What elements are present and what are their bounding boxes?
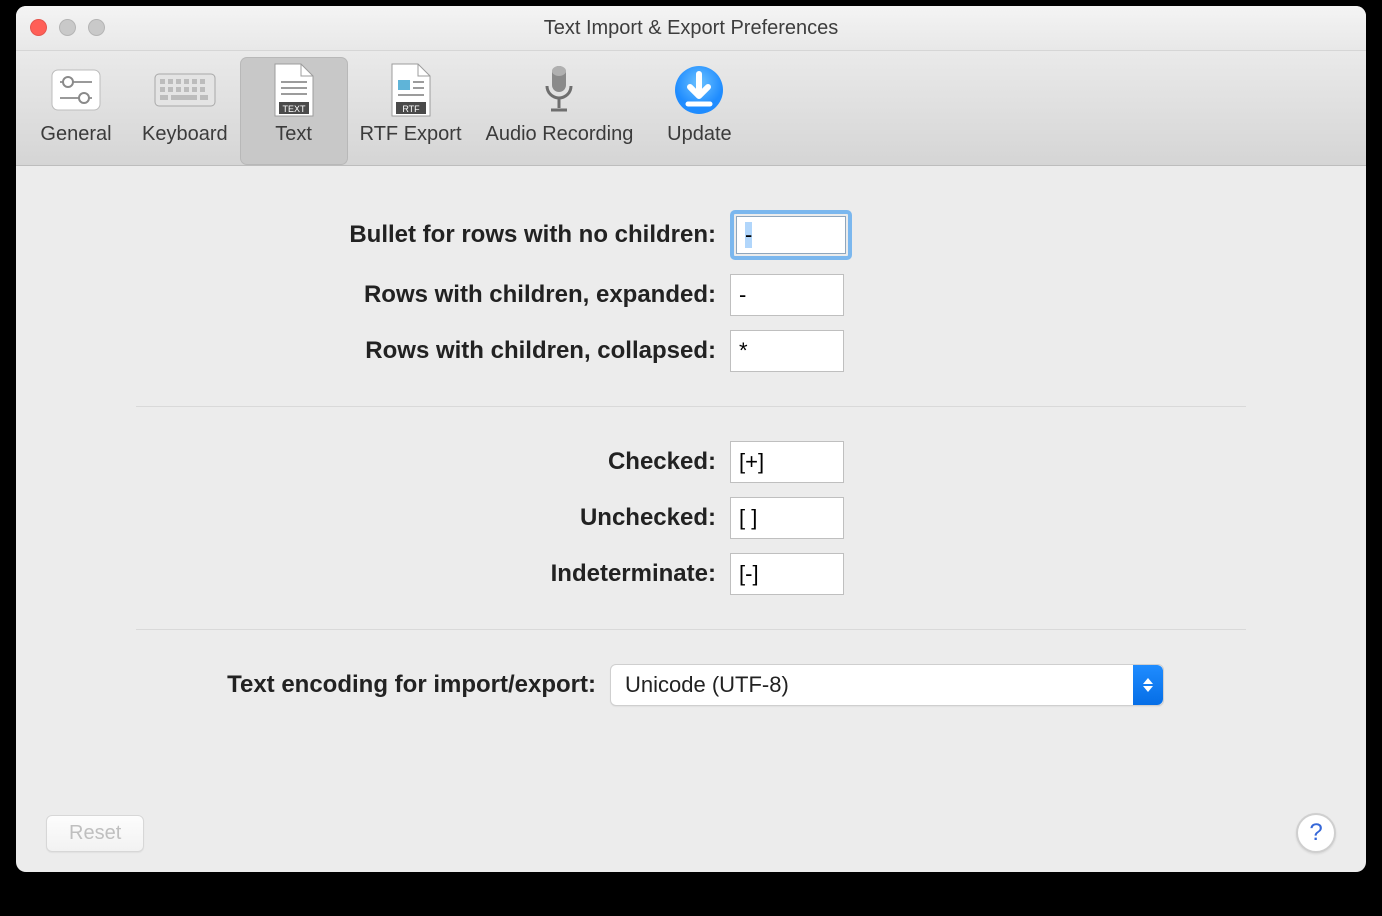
bullet-expanded-input[interactable] — [730, 274, 844, 316]
encoding-value: Unicode (UTF-8) — [611, 672, 789, 698]
divider — [136, 406, 1246, 407]
sliders-icon — [48, 61, 104, 119]
encoding-select[interactable]: Unicode (UTF-8) — [610, 664, 1164, 706]
bullet-collapsed-input[interactable] — [730, 330, 844, 372]
checked-label: Checked: — [136, 448, 730, 476]
footer: Reset ? — [16, 794, 1366, 872]
checked-input[interactable] — [730, 441, 844, 483]
help-icon: ? — [1309, 819, 1322, 847]
bullet-collapsed-label: Rows with children, collapsed: — [136, 337, 730, 365]
select-stepper-icon — [1133, 665, 1163, 705]
unchecked-label: Unchecked: — [136, 504, 730, 532]
indeterminate-input[interactable] — [730, 553, 844, 595]
tab-label: General — [40, 123, 111, 146]
microphone-icon — [539, 61, 579, 119]
preferences-toolbar: General Keyboard — [16, 51, 1366, 166]
divider — [136, 629, 1246, 630]
zoom-icon[interactable] — [88, 19, 105, 36]
tab-general[interactable]: General — [22, 57, 130, 165]
tab-rtf-export[interactable]: RTF RTF Export — [348, 57, 474, 165]
svg-text:RTF: RTF — [402, 104, 420, 114]
bullet-no-children-input[interactable] — [736, 216, 846, 254]
focus-ring — [730, 210, 852, 260]
unchecked-input[interactable] — [730, 497, 844, 539]
indeterminate-label: Indeterminate: — [136, 560, 730, 588]
tab-text[interactable]: TEXT Text — [240, 57, 348, 165]
tab-label: RTF Export — [360, 123, 462, 146]
download-arrow-icon — [673, 61, 725, 119]
reset-button[interactable]: Reset — [46, 815, 144, 852]
window-title: Text Import & Export Preferences — [544, 17, 839, 40]
titlebar: Text Import & Export Preferences — [16, 6, 1366, 51]
tab-keyboard[interactable]: Keyboard — [130, 57, 240, 165]
tab-label: Audio Recording — [486, 123, 634, 146]
bullet-expanded-label: Rows with children, expanded: — [136, 281, 730, 309]
text-file-icon: TEXT — [271, 61, 317, 119]
keyboard-icon — [153, 61, 217, 119]
preferences-window: Text Import & Export Preferences General — [16, 6, 1366, 872]
help-button[interactable]: ? — [1296, 813, 1336, 853]
tab-audio-recording[interactable]: Audio Recording — [474, 57, 646, 165]
tab-label: Text — [275, 123, 312, 146]
window-controls — [30, 19, 105, 36]
svg-text:TEXT: TEXT — [282, 104, 306, 114]
preferences-body: Bullet for rows with no children: Rows w… — [16, 166, 1366, 740]
rtf-file-icon: RTF — [388, 61, 434, 119]
close-icon[interactable] — [30, 19, 47, 36]
minimize-icon[interactable] — [59, 19, 76, 36]
bullet-no-children-label: Bullet for rows with no children: — [136, 221, 730, 249]
encoding-label: Text encoding for import/export: — [136, 671, 610, 699]
tab-label: Update — [667, 123, 732, 146]
tab-label: Keyboard — [142, 123, 228, 146]
tab-update[interactable]: Update — [645, 57, 753, 165]
